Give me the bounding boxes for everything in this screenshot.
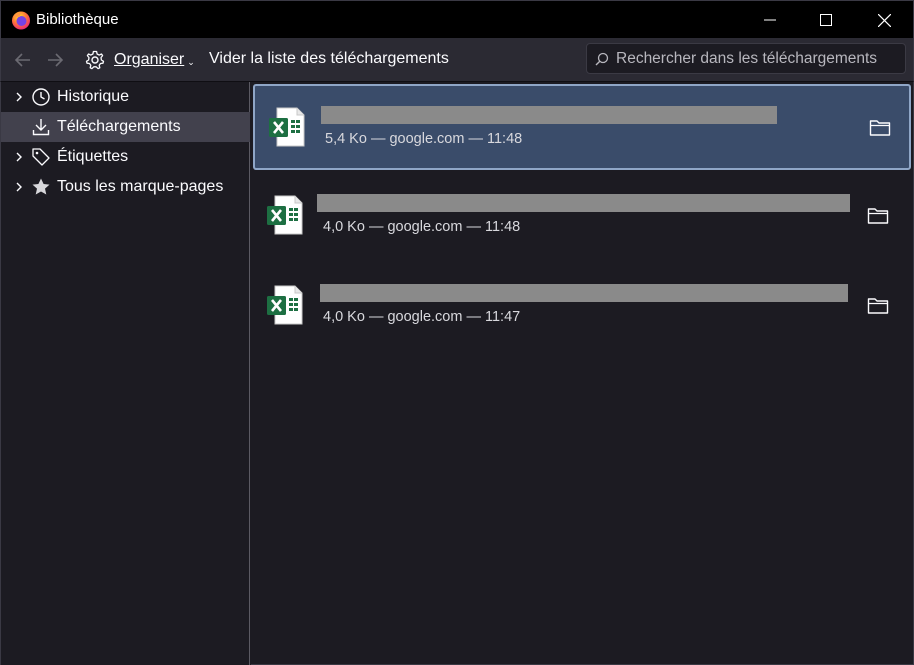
folder-icon[interactable] (867, 296, 889, 316)
back-arrow-icon[interactable] (13, 50, 33, 70)
sidebar: Historique Téléchargements Étiquettes To… (0, 82, 250, 665)
folder-icon[interactable] (869, 118, 891, 138)
file-name-redacted (321, 106, 777, 124)
download-icon (32, 119, 50, 136)
minimize-icon (764, 19, 776, 21)
download-item[interactable]: 4,0 Ko — google.com — 11:48 (253, 174, 911, 260)
download-item[interactable]: 4,0 Ko — google.com — 11:47 (253, 264, 911, 350)
chevron-right-icon[interactable] (13, 151, 25, 163)
sidebar-item-all-bookmarks[interactable]: Tous les marque-pages (1, 172, 250, 202)
downloads-list: 5,4 Ko — google.com — 11:48 4,0 Ko — goo… (251, 82, 914, 665)
sidebar-item-label: Tous les marque-pages (57, 178, 224, 195)
close-button[interactable] (855, 1, 913, 39)
clock-icon (32, 88, 50, 106)
window-title: Bibliothèque (36, 11, 119, 28)
chevron-down-icon: ⌄ (187, 56, 195, 67)
star-icon (32, 178, 50, 195)
maximize-icon (820, 14, 832, 26)
tags-icon (32, 148, 50, 166)
clear-downloads-button[interactable]: Vider la liste des téléchargements (209, 50, 449, 68)
toolbar: Organiser ⌄ Vider la liste des télécharg… (0, 38, 914, 82)
minimize-button[interactable] (741, 1, 799, 39)
excel-file-icon (267, 195, 303, 235)
organize-button[interactable]: Organiser ⌄ (85, 48, 195, 72)
excel-file-icon (269, 107, 305, 147)
firefox-logo-icon (12, 11, 30, 30)
search-input[interactable] (616, 49, 896, 68)
sidebar-item-downloads[interactable]: Téléchargements (1, 112, 250, 142)
title-bar: Bibliothèque (0, 0, 914, 38)
folder-icon[interactable] (867, 206, 889, 226)
sidebar-item-history[interactable]: Historique (1, 82, 250, 112)
gear-icon (85, 50, 105, 70)
file-name-redacted (317, 194, 850, 212)
download-meta: 4,0 Ko — google.com — 11:48 (323, 219, 521, 235)
excel-file-icon (267, 285, 303, 325)
sidebar-item-label: Téléchargements (57, 118, 181, 135)
organize-label: Organiser (114, 51, 185, 68)
chevron-right-icon[interactable] (13, 91, 25, 103)
maximize-button[interactable] (797, 1, 855, 39)
file-name-redacted (320, 284, 848, 302)
sidebar-item-label: Historique (57, 88, 130, 105)
download-item[interactable]: 5,4 Ko — google.com — 11:48 (253, 84, 911, 170)
close-icon (877, 13, 891, 27)
sidebar-item-tags[interactable]: Étiquettes (1, 142, 250, 172)
forward-arrow-icon[interactable] (45, 50, 65, 70)
chevron-right-icon[interactable] (13, 181, 25, 193)
download-meta: 5,4 Ko — google.com — 11:48 (325, 131, 523, 147)
search-box[interactable] (586, 43, 906, 74)
sidebar-item-label: Étiquettes (57, 148, 129, 165)
search-icon (595, 52, 609, 65)
download-meta: 4,0 Ko — google.com — 11:47 (323, 309, 521, 325)
